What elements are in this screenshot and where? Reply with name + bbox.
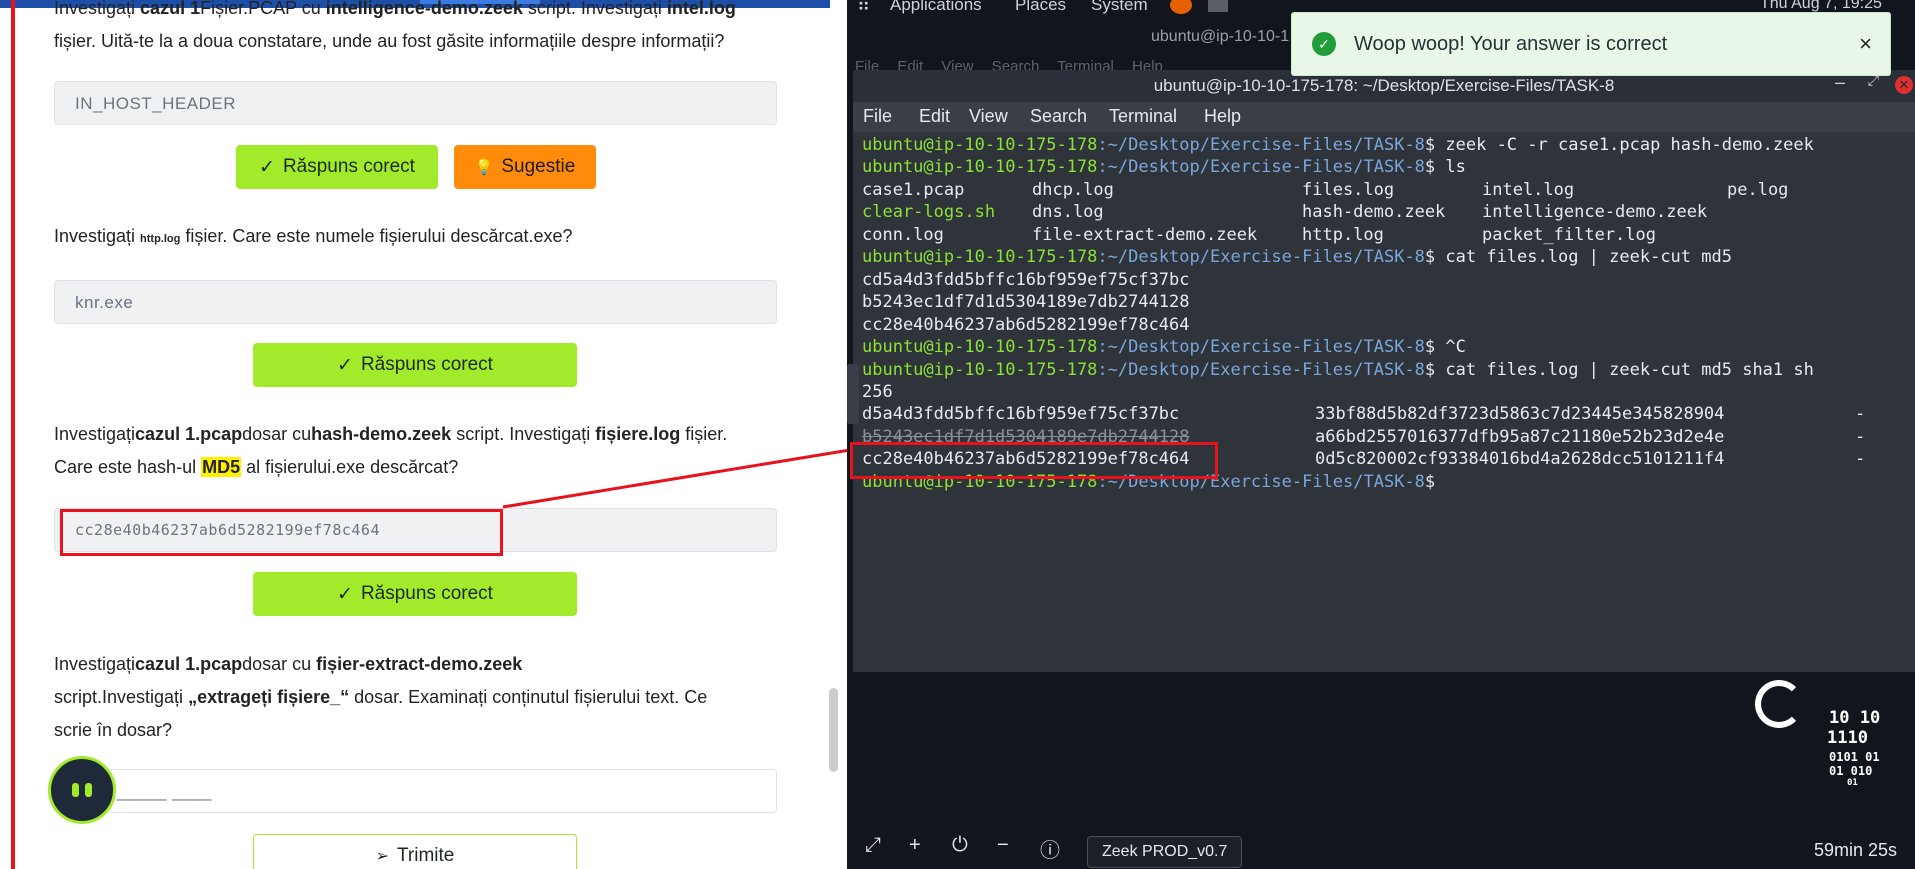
md5-line: b5243ec1df7d1d5304189e7db2744128 <box>862 292 1190 312</box>
correct-answer-button[interactable]: ✓ Răspuns corect <box>236 145 438 189</box>
menu-view[interactable]: View <box>969 106 1008 127</box>
logo-text: 10 10 <box>1829 708 1881 728</box>
fullscreen-icon[interactable]: ⤢ <box>865 834 881 857</box>
menu-places[interactable]: Places <box>1015 0 1066 15</box>
menu-file[interactable]: File <box>863 106 892 127</box>
button-label: Răspuns corect <box>360 354 493 375</box>
menu-system[interactable]: System <box>1091 0 1148 15</box>
question-3-text: Investigațicazul 1.pcapdosar cuhash-demo… <box>54 424 728 477</box>
send-icon: ➢ <box>375 848 390 865</box>
toast-message: Woop woop! Your answer is correct <box>1354 32 1668 55</box>
check-icon: ✓ <box>337 354 353 376</box>
background-window-title: ubuntu@ip-10-10-1 <box>1151 28 1290 45</box>
terminal-line: ubuntu@ip-10-10-175-178:~/Desktop/Exerci… <box>862 360 1814 380</box>
logo-text: 1110 <box>1827 728 1868 748</box>
hash-row: d5a4d3fdd5bffc16bf959ef75cf37bc 33bf88d5b… <box>862 404 1866 424</box>
machine-tab[interactable]: Zeek PROD_v0.7 <box>1087 836 1243 868</box>
assistant-bot-icon[interactable] <box>48 756 116 824</box>
close-icon[interactable]: ✕ <box>1895 76 1913 94</box>
desktop-panel: ⠿ Applications Places System Thu Aug 7, … <box>847 0 1915 869</box>
button-label: Răspuns corect <box>282 156 415 177</box>
menu-help[interactable]: Help <box>1204 106 1241 127</box>
left-accent-bar <box>11 0 15 869</box>
question-4-answer-field[interactable]: _____ ____ <box>54 769 777 813</box>
logo-text: 01 <box>1847 778 1858 788</box>
session-timer: 59min 25s <box>1813 840 1897 860</box>
power-icon[interactable]: ⏻ <box>952 834 968 857</box>
terminal-line: ubuntu@ip-10-10-175-178:~/Desktop/Exerci… <box>862 157 1466 177</box>
terminal-icon[interactable] <box>1208 0 1228 12</box>
check-icon: ✓ <box>337 583 353 605</box>
terminal-line: 256 <box>862 382 893 402</box>
terminal-window[interactable]: ubuntu@ip-10-10-175-178: ~/Desktop/Exerc… <box>847 70 1915 672</box>
info-icon[interactable]: ⓘ <box>1040 834 1060 863</box>
close-icon[interactable]: × <box>1859 31 1872 57</box>
scrollbar-thumb[interactable] <box>829 688 838 772</box>
highlight-box <box>850 442 1218 479</box>
ls-line: case1.pcap dhcp.log files.log intel.log pe.l… <box>862 180 1789 200</box>
button-label: Răspuns corect <box>360 583 493 604</box>
question-2-answer-field[interactable]: knr.exe <box>54 280 777 324</box>
apps-grid-icon[interactable]: ⠿ <box>857 0 870 16</box>
menu-terminal[interactable]: Terminal <box>1109 106 1177 127</box>
side-handle[interactable] <box>847 364 859 424</box>
logo-arc <box>1755 680 1803 728</box>
logo-text: 01 010 <box>1829 764 1873 778</box>
success-toast: ✓ Woop woop! Your answer is correct × <box>1291 12 1891 76</box>
md5-line: cd5a4d3fdd5bffc16bf959ef75cf37bc <box>862 270 1190 290</box>
bottom-dock: ⤢ + ⏻ − ⓘ Zeek PROD_v0.7 59min 25s <box>847 830 1915 869</box>
button-label: Trimite <box>397 845 455 866</box>
lightbulb-icon: 💡 <box>474 159 494 176</box>
question-2-text: Investigați http.log fișier. Care este n… <box>54 226 573 246</box>
terminal-output[interactable]: ubuntu@ip-10-10-175-178:~/Desktop/Exerci… <box>847 132 1915 672</box>
question-1-text: Investigați cazul 1Fișier.PCAP cu intell… <box>54 0 736 51</box>
hint-button[interactable]: 💡 Sugestie <box>454 145 596 189</box>
correct-answer-button[interactable]: ✓ Răspuns corect <box>253 572 577 616</box>
button-label: Sugestie <box>501 156 576 177</box>
ls-line: conn.log file-extract-demo.zeek http.log pa… <box>862 225 1656 245</box>
check-circle-icon: ✓ <box>1312 32 1336 56</box>
plus-icon[interactable]: + <box>909 834 921 857</box>
question-panel: Investigați cazul 1Fișier.PCAP cu intell… <box>0 0 847 869</box>
minus-icon[interactable]: − <box>997 834 1009 857</box>
ls-line: clear-logs.sh dns.log hash-demo.zeek intell… <box>862 202 1708 222</box>
menu-search[interactable]: Search <box>1030 106 1087 127</box>
question-4-text: Investigațicazul 1.pcapdosar cu fișier-e… <box>54 654 708 740</box>
terminal-line: ubuntu@ip-10-10-175-178:~/Desktop/Exerci… <box>862 337 1466 357</box>
correct-answer-button[interactable]: ✓ Răspuns corect <box>253 343 577 387</box>
highlight-box <box>60 509 503 556</box>
submit-button[interactable]: ➢ Trimite <box>253 834 577 869</box>
question-1-answer-field[interactable]: IN_HOST_HEADER <box>54 81 777 125</box>
logo-text: 0101 01 <box>1829 750 1880 764</box>
menu-edit[interactable]: Edit <box>919 106 950 127</box>
md5-line: cc28e40b46237ab6d5282199ef78c464 <box>862 315 1190 335</box>
terminal-menubar: File Edit View Search Terminal Help <box>853 102 1915 132</box>
menu-applications[interactable]: Applications <box>890 0 982 15</box>
terminal-line: ubuntu@ip-10-10-175-178:~/Desktop/Exerci… <box>862 135 1814 155</box>
check-icon: ✓ <box>259 156 275 178</box>
terminal-line: ubuntu@ip-10-10-175-178:~/Desktop/Exerci… <box>862 247 1732 267</box>
firefox-icon[interactable] <box>1170 0 1192 14</box>
